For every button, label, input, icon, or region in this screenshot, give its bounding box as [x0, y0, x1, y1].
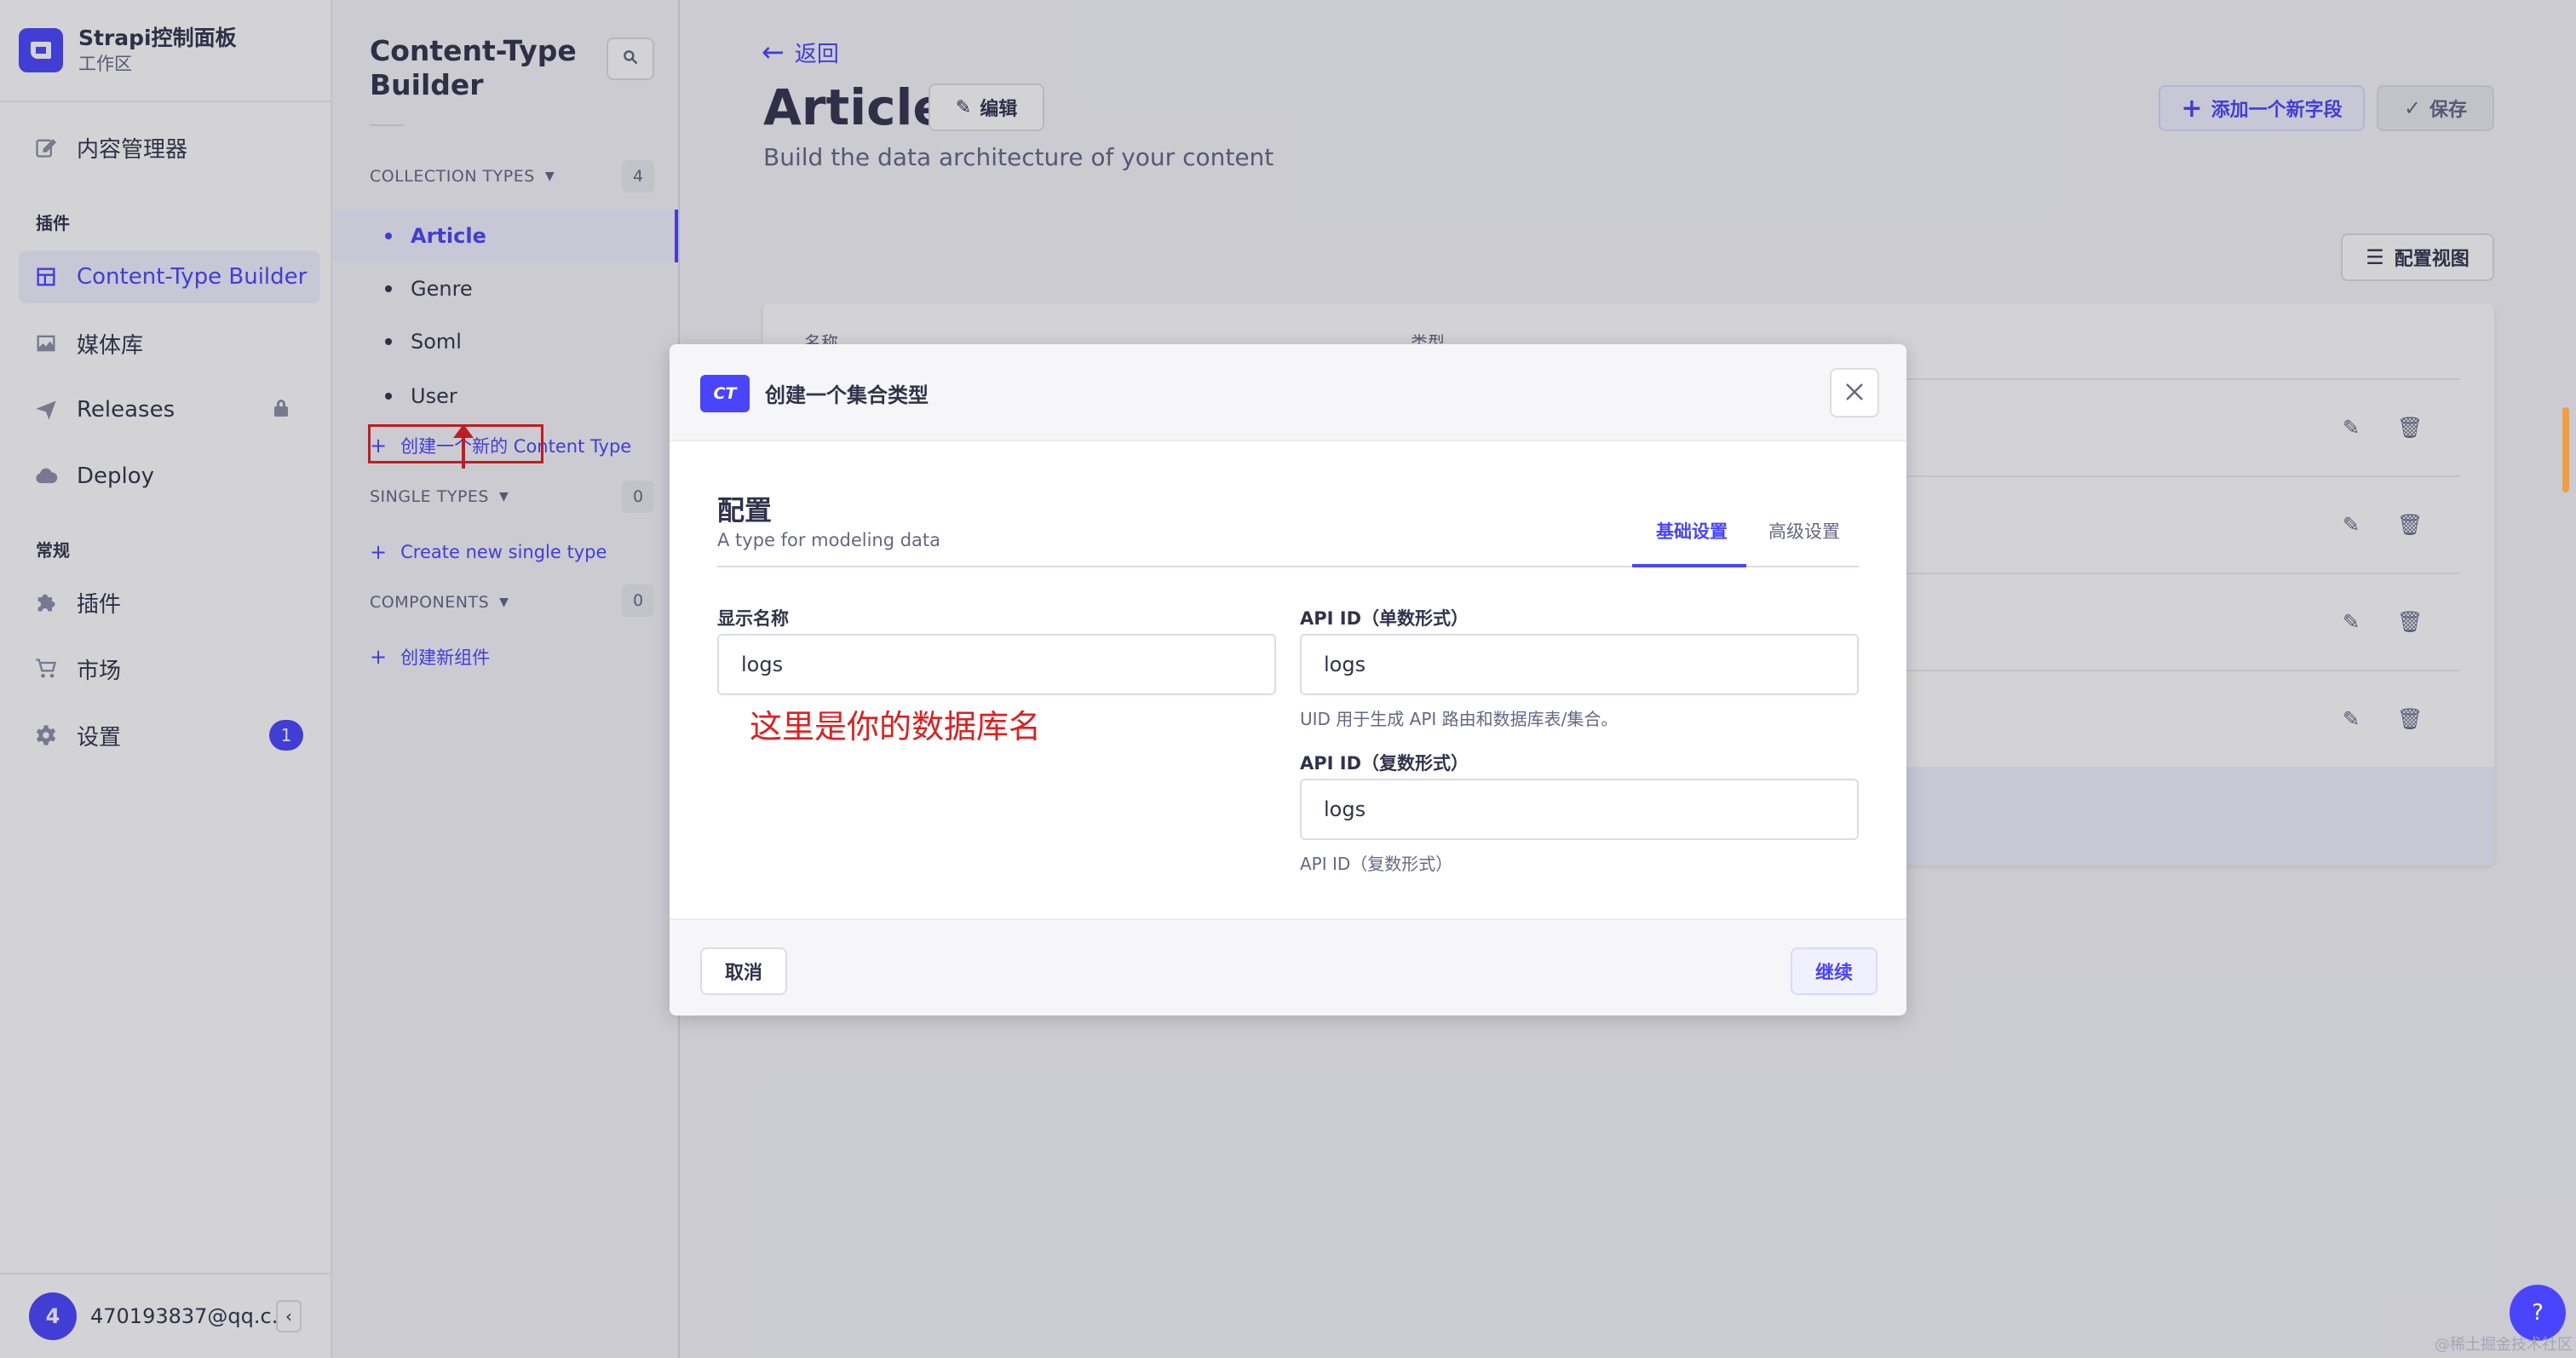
display-name-label: 显示名称 [717, 608, 789, 629]
scroll-indicator[interactable] [2562, 407, 2569, 492]
display-name-input[interactable] [717, 634, 1276, 695]
continue-button[interactable]: 继续 [1791, 947, 1877, 995]
annotation-text: 这里是你的数据库名 [750, 708, 1042, 745]
api-id-plural-label: API ID（复数形式） [1300, 753, 1469, 774]
modal-title: 创建一个集合类型 [765, 383, 929, 407]
api-id-singular-hint: UID 用于生成 API 路由和数据库表/集合。 [1300, 709, 1619, 729]
active-tab-indicator [1632, 564, 1746, 567]
section-title: 配置 [717, 494, 773, 527]
create-collection-type-modal: CT 创建一个集合类型 配置 A type for modeling data … [670, 344, 1906, 1016]
api-id-plural-hint: API ID（复数形式） [1300, 854, 1453, 874]
api-id-singular-input[interactable] [1300, 634, 1859, 695]
section-subtitle: A type for modeling data [717, 530, 941, 550]
tab-basic-settings[interactable]: 基础设置 [1656, 518, 1728, 544]
ct-badge: CT [700, 375, 750, 412]
close-button[interactable] [1830, 368, 1879, 417]
close-icon [1844, 376, 1865, 410]
api-id-singular-label: API ID（单数形式） [1300, 608, 1469, 629]
cancel-button[interactable]: 取消 [700, 947, 787, 995]
watermark: @稀土掘金技术社区 [2435, 1336, 2573, 1354]
tab-advanced-settings[interactable]: 高级设置 [1768, 518, 1840, 544]
api-id-plural-input[interactable] [1300, 779, 1859, 840]
modal-footer: 取消 继续 [670, 918, 1906, 1016]
modal-header: CT 创建一个集合类型 [670, 344, 1906, 441]
